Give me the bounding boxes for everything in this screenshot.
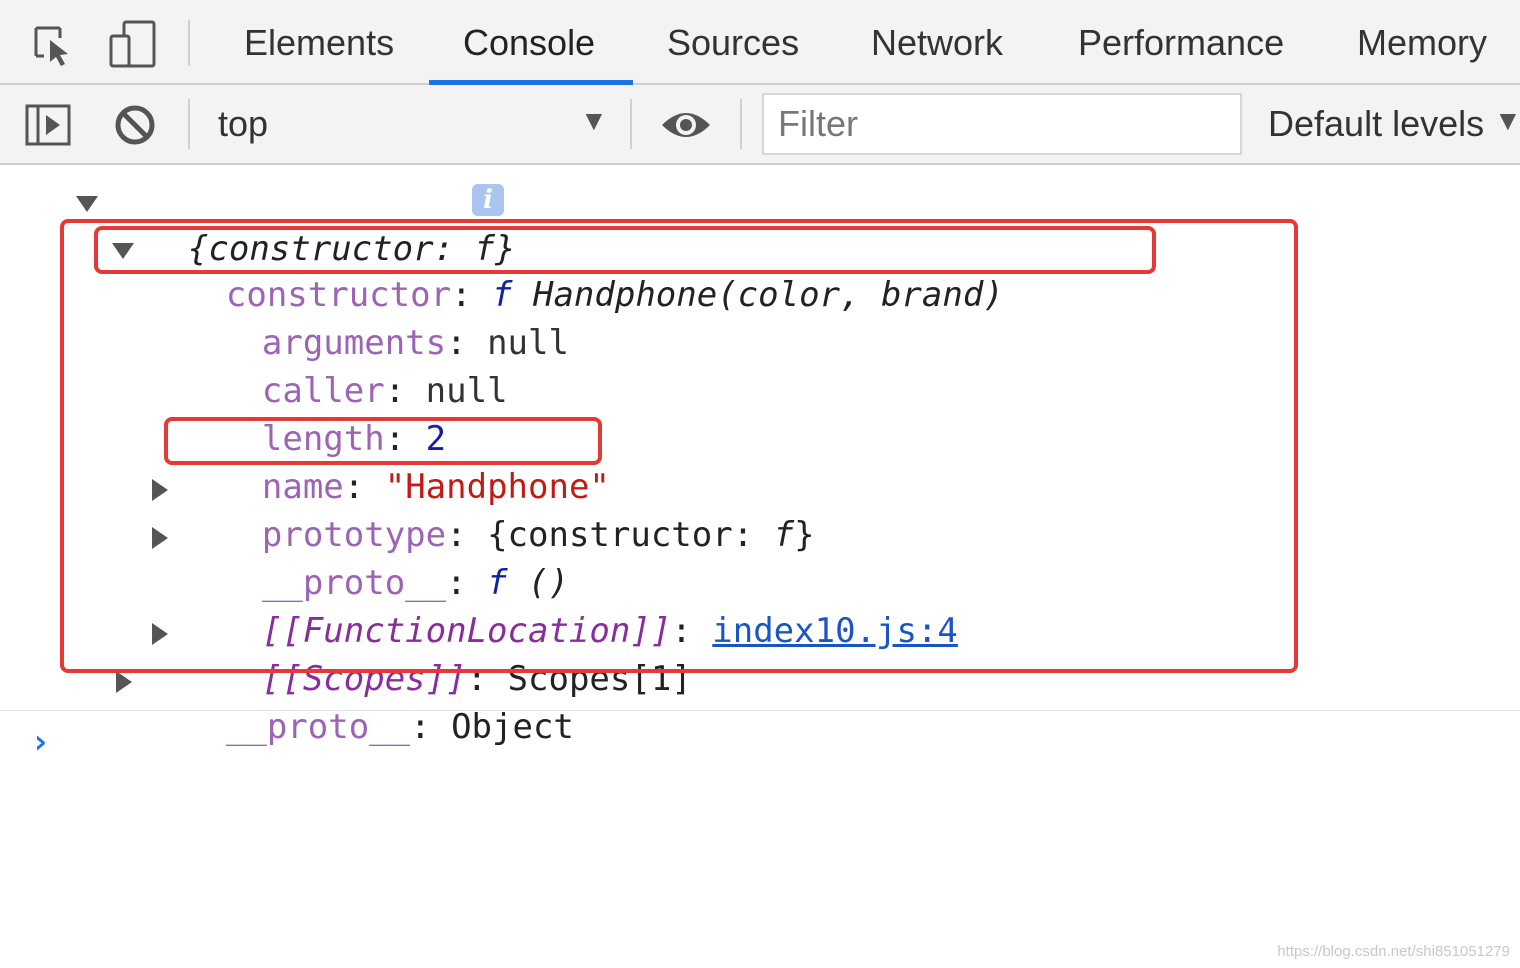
console-toolbar: top ▼ Default levels ▼ <box>0 85 1520 165</box>
property-key: __proto__ <box>225 707 411 747</box>
property-value: Object <box>451 707 574 747</box>
tab-elements[interactable]: Elements <box>244 22 394 64</box>
clear-console-icon[interactable] <box>114 104 156 146</box>
info-icon[interactable]: i <box>472 184 504 216</box>
highlight-box-constructor <box>94 226 1156 274</box>
tab-console[interactable]: Console <box>463 22 595 64</box>
expand-triangle-icon[interactable] <box>76 196 98 212</box>
device-toggle-icon[interactable] <box>108 20 158 68</box>
toolbar-separator <box>630 99 632 149</box>
expand-triangle-icon[interactable] <box>116 671 132 693</box>
tab-sources[interactable]: Sources <box>667 22 799 64</box>
devtools-tab-bar: Elements Console Sources Network Perform… <box>0 0 1520 85</box>
toolbar-separator <box>740 99 742 149</box>
console-prompt-icon[interactable]: › <box>30 722 50 762</box>
log-levels-dropdown[interactable]: Default levels <box>1268 103 1484 145</box>
filter-input[interactable] <box>762 93 1242 155</box>
tab-performance[interactable]: Performance <box>1078 22 1284 64</box>
levels-dropdown-arrow-icon[interactable]: ▼ <box>1494 105 1520 137</box>
highlight-box-name <box>164 417 602 465</box>
tab-network[interactable]: Network <box>871 22 1003 64</box>
toolbar-separator <box>188 99 190 149</box>
watermark: https://blog.csdn.net/shi851051279 <box>1277 943 1510 960</box>
tab-separator <box>188 20 190 66</box>
eye-icon[interactable] <box>660 107 712 143</box>
context-dropdown-arrow-icon[interactable]: ▼ <box>580 105 608 137</box>
context-selector[interactable]: top <box>218 103 268 145</box>
sidebar-toggle-icon[interactable] <box>24 103 72 147</box>
tab-memory[interactable]: Memory <box>1357 22 1487 64</box>
console-divider <box>0 710 1520 711</box>
inspect-element-icon[interactable] <box>30 24 74 68</box>
